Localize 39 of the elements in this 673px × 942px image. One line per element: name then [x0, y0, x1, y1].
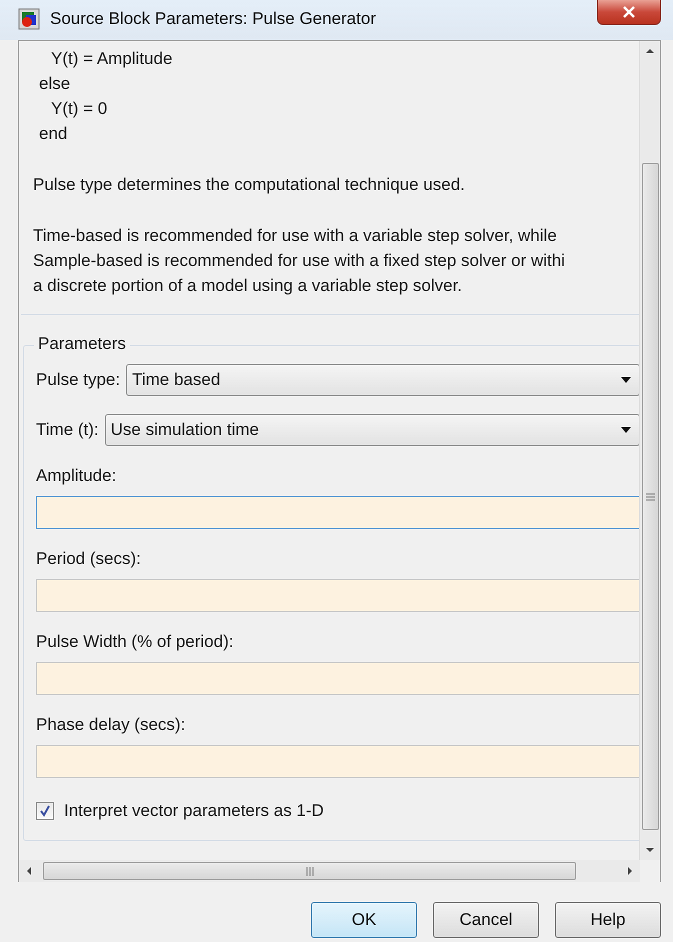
dialog-button[interactable]: Help	[555, 902, 661, 938]
dropdown-label: Pulse type:	[36, 370, 120, 390]
field-label: Phase delay (secs):	[36, 714, 186, 736]
block-icon	[18, 8, 40, 30]
grip-icon	[306, 866, 314, 876]
close-icon	[622, 6, 636, 18]
vertical-scrollbar[interactable]	[639, 41, 660, 860]
code-line: else	[38, 73, 72, 95]
caret-icon	[621, 377, 631, 383]
code-line: Y(t) = 0	[50, 98, 108, 120]
description-line: a discrete portion of a model using a variable step solver.	[33, 275, 464, 297]
scroll-left-icon[interactable]	[25, 867, 33, 875]
caret-icon	[621, 427, 631, 433]
description-line: Time-based is recommended for use with a variable step solver, while	[33, 225, 558, 247]
field-label: Pulse Width (% of period):	[36, 631, 234, 653]
code-line: Y(t) = Amplitude	[50, 48, 174, 70]
checkbox[interactable]	[36, 802, 54, 820]
scroll-up-icon[interactable]	[646, 47, 654, 55]
description-line: Sample-based is recommended for use with a fixed step solver or withi	[33, 250, 566, 272]
checkbox-label: Interpret vector parameters as 1-D	[64, 801, 324, 821]
dialog-button[interactable]: Cancel	[433, 902, 539, 938]
code-line: end	[38, 123, 68, 145]
scroll-down-icon[interactable]	[646, 846, 654, 854]
input-field[interactable]	[36, 579, 639, 612]
input-field[interactable]	[36, 662, 639, 695]
dialog-button[interactable]: OK	[311, 902, 417, 938]
field-label: Amplitude:	[36, 465, 118, 487]
window-title: Source Block Parameters: Pulse Generator	[50, 9, 377, 29]
horizontal-scrollbar[interactable]	[19, 860, 640, 882]
dropdown-label: Time (t):	[36, 420, 99, 440]
scroll-right-icon[interactable]	[626, 867, 634, 875]
field-label: Period (secs):	[36, 548, 142, 570]
description-line: Pulse type determines the computational technique used.	[33, 174, 466, 196]
grip-icon	[646, 492, 654, 500]
input-field[interactable]	[36, 496, 639, 529]
close-button[interactable]	[597, 0, 661, 25]
dropdown[interactable]: Use simulation time	[104, 414, 639, 446]
input-field[interactable]	[36, 745, 639, 778]
dropdown[interactable]: Time based	[126, 364, 639, 396]
